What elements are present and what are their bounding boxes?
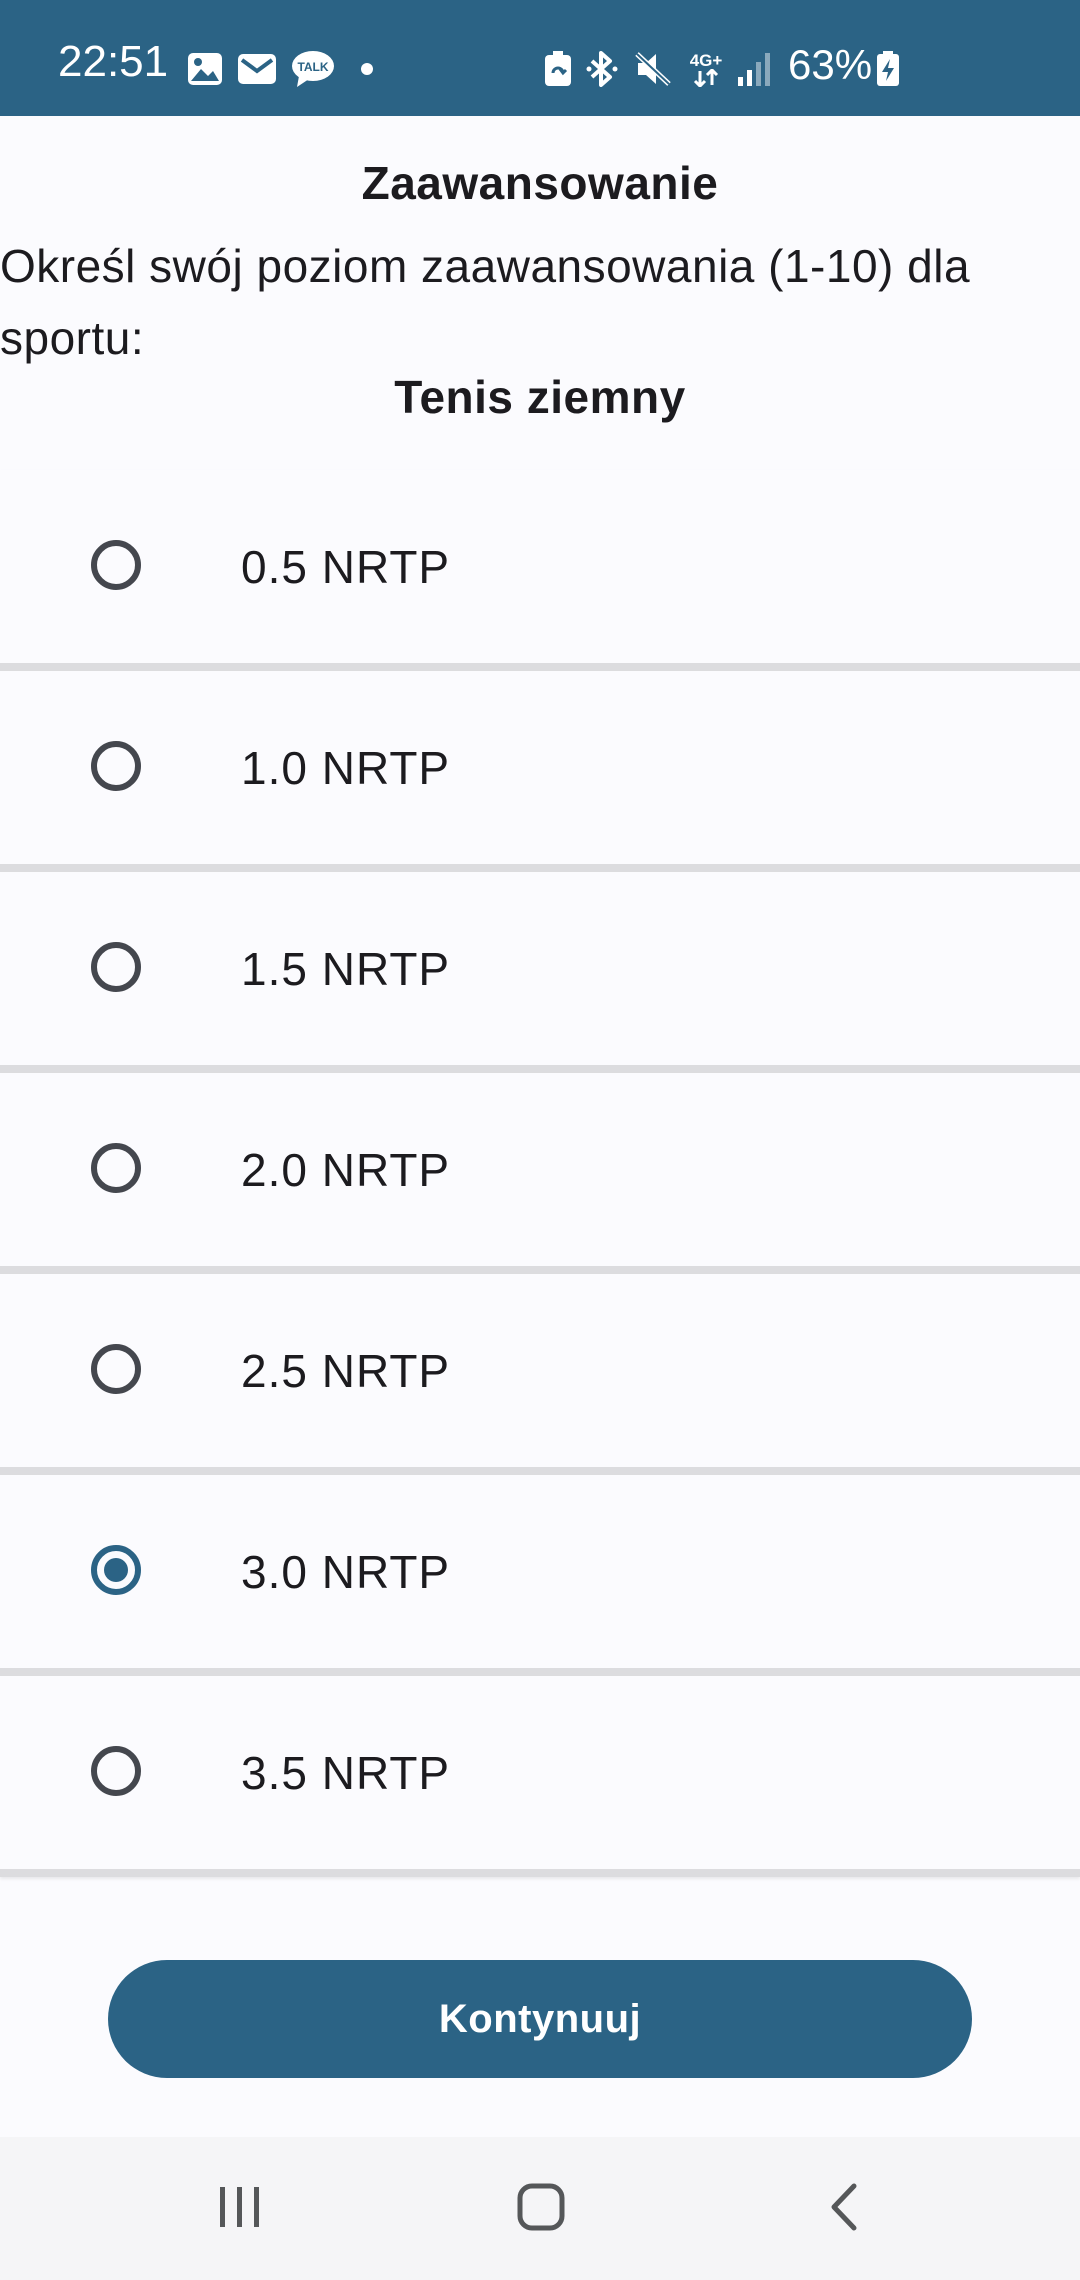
svg-text:TALK: TALK xyxy=(297,60,328,74)
option-label: 2.0 NRTP xyxy=(241,1144,451,1196)
radio-unchecked-icon[interactable] xyxy=(91,1143,141,1193)
image-icon xyxy=(186,50,224,88)
mute-icon xyxy=(633,50,673,88)
home-icon[interactable] xyxy=(491,2167,591,2247)
dot-icon xyxy=(358,50,376,88)
radio-unchecked-icon[interactable] xyxy=(91,540,141,590)
status-time: 22:51 xyxy=(58,37,169,86)
instruction-text: Określ swój poziom zaawansowania (1-10) … xyxy=(0,240,971,364)
navigation-bar xyxy=(0,2137,1080,2280)
network-4g-icon: 4G+ xyxy=(688,50,724,88)
radio-unchecked-icon[interactable] xyxy=(91,1746,141,1796)
radio-unchecked-icon[interactable] xyxy=(91,1344,141,1394)
option-item-3-5[interactable]: 3.5 NRTP xyxy=(0,1676,1080,1877)
back-icon[interactable] xyxy=(794,2167,894,2247)
option-item-3-0[interactable]: 3.0 NRTP xyxy=(0,1475,1080,1676)
page-title: Zaawansowanie xyxy=(361,157,719,209)
option-item-2-0[interactable]: 2.0 NRTP xyxy=(0,1073,1080,1274)
radio-unchecked-icon[interactable] xyxy=(91,942,141,992)
battery-icon xyxy=(875,50,901,88)
option-label: 0.5 NRTP xyxy=(241,541,451,593)
option-item-2-5[interactable]: 2.5 NRTP xyxy=(0,1274,1080,1475)
signal-icon xyxy=(735,50,775,88)
continue-button[interactable]: Kontynuuj xyxy=(108,1960,972,2078)
level-options-list: 0.5 NRTP 1.0 NRTP 1.5 NRTP 2.0 NRTP 2.5 … xyxy=(0,470,1080,1877)
option-label: 3.5 NRTP xyxy=(241,1747,451,1799)
sport-name: Tenis ziemny xyxy=(394,371,686,423)
status-bar: 22:51 TALK 4G+ 63% xyxy=(0,0,1080,116)
battery-percent: 63% xyxy=(788,41,873,88)
recent-apps-icon[interactable] xyxy=(190,2167,290,2247)
option-label: 2.5 NRTP xyxy=(241,1345,451,1397)
mail-icon xyxy=(237,50,277,88)
radio-unchecked-icon[interactable] xyxy=(91,741,141,791)
option-label: 3.0 NRTP xyxy=(241,1546,451,1598)
option-label: 1.0 NRTP xyxy=(241,742,451,794)
talk-icon: TALK xyxy=(291,50,335,88)
option-item-0-5[interactable]: 0.5 NRTP xyxy=(0,470,1080,671)
battery-saver-icon xyxy=(543,50,573,88)
option-item-1-5[interactable]: 1.5 NRTP xyxy=(0,872,1080,1073)
option-label: 1.5 NRTP xyxy=(241,943,451,995)
radio-checked-icon[interactable] xyxy=(91,1545,141,1595)
bluetooth-icon xyxy=(585,50,619,88)
network-label: 4G+ xyxy=(689,50,723,70)
option-item-1-0[interactable]: 1.0 NRTP xyxy=(0,671,1080,872)
